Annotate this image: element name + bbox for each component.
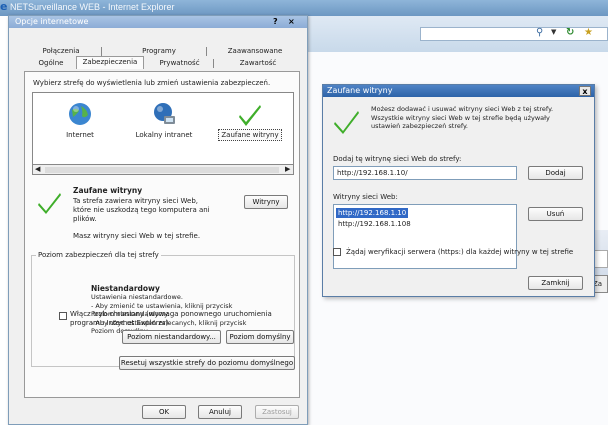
remove-site-button[interactable]: Usuń <box>528 207 583 221</box>
tab-security[interactable]: Zabezpieczenia <box>76 56 144 69</box>
https-verify-checkbox[interactable] <box>333 248 341 256</box>
zone-intranet[interactable]: Lokalny intranet <box>131 101 197 139</box>
add-site-button[interactable]: Dodaj <box>528 166 583 180</box>
ie-logo-icon: e <box>0 0 8 13</box>
add-site-label: Dodaj tę witrynę sieci Web do strefy: <box>333 155 462 163</box>
zone-label-internet: Internet <box>66 131 94 139</box>
internet-options-dialog: Opcje internetowe ? × Połączenia Program… <box>8 15 308 425</box>
tab-privacy[interactable]: Prywatność <box>152 58 207 69</box>
zone-sites-note: Masz witryny sieci Web w tej strefie. <box>73 232 201 240</box>
level-desc-line: Ustawienia niestandardowe. <box>91 293 183 301</box>
protected-mode-label: Włącz tryb chroniony (wymaga ponownego u… <box>70 310 272 327</box>
zone-prompt: Wybierz strefę do wyświetlenia lub zmień… <box>33 79 271 87</box>
zone-trusted-sites[interactable]: Zaufane witryny <box>217 101 283 141</box>
help-button[interactable]: ? <box>273 17 278 26</box>
close-sites-button[interactable]: Zamknij <box>528 276 583 290</box>
tab-separator <box>206 47 207 56</box>
scroll-right-icon[interactable]: ▶ <box>285 165 290 173</box>
tab-content[interactable]: Zawartość <box>229 58 287 69</box>
chevron-down-icon[interactable]: ▼ <box>551 28 561 40</box>
apply-button[interactable]: Zastosuj <box>255 405 299 419</box>
ok-button[interactable]: OK <box>142 405 186 419</box>
zone-label-intranet: Lokalny intranet <box>135 131 193 139</box>
checkmark-icon <box>334 111 359 134</box>
zone-internet[interactable]: Internet <box>47 101 113 139</box>
scroll-left-icon[interactable]: ◀ <box>35 165 40 173</box>
zones-list: Internet Lokalny intranet Zaufane witryn… <box>32 92 294 165</box>
trusted-zone-checkmark-icon <box>38 193 61 214</box>
tab-separator <box>101 47 102 56</box>
zone-description: Ta strefa zawiera witryny sieci Web, któ… <box>73 197 210 223</box>
reset-all-zones-button[interactable]: Resetuj wszystkie strefy do poziomu domy… <box>119 356 295 370</box>
site-list-item[interactable]: http://192.168.1.10 <box>336 208 409 218</box>
search-icon[interactable]: ⚲ <box>536 27 550 41</box>
default-level-button[interactable]: Poziom domyślny <box>226 330 294 344</box>
sites-info-text: Możesz dodawać i usuwać witryny sieci We… <box>371 105 554 130</box>
globe-icon <box>69 103 91 125</box>
browser-titlebar: e NETSurveillance WEB - Internet Explore… <box>0 0 608 16</box>
browser-title: NETSurveillance WEB - Internet Explorer <box>10 2 175 12</box>
https-verify-label: Żądaj weryfikacji serwera (https:) dla k… <box>346 248 574 256</box>
add-site-input[interactable]: http://192.168.1.10/ <box>333 166 517 180</box>
site-list-item[interactable]: http://192.168.1.108 <box>336 219 413 229</box>
zone-name: Zaufane witryny <box>73 186 143 195</box>
sites-close-icon[interactable]: x <box>579 86 591 96</box>
custom-level-button[interactable]: Poziom niestandardowy... <box>122 330 221 344</box>
refresh-icon[interactable]: ↻ <box>566 27 580 41</box>
dialog-titlebar: Opcje internetowe ? × <box>9 16 307 28</box>
sites-button[interactable]: Witryny <box>244 195 288 209</box>
favorites-icon[interactable]: ★ <box>584 27 598 41</box>
tab-advanced[interactable]: Zaawansowane <box>219 46 291 57</box>
intranet-icon <box>154 103 175 124</box>
security-tab-panel: Wybierz strefę do wyświetlenia lub zmień… <box>24 71 300 398</box>
tab-general[interactable]: Ogólne <box>31 58 71 69</box>
sites-dialog-title: Zaufane witryny <box>327 86 393 95</box>
tab-separator <box>213 59 214 68</box>
cancel-button[interactable]: Anuluj <box>198 405 242 419</box>
zones-scrollbar[interactable]: ◀ ▶ <box>32 164 294 175</box>
sites-list[interactable]: http://192.168.1.10 http://192.168.1.108 <box>333 204 517 269</box>
dialog-title: Opcje internetowe <box>15 17 89 26</box>
zone-label-trusted: Zaufane witryny <box>218 129 282 141</box>
protected-mode-checkbox[interactable] <box>59 312 67 320</box>
checkmark-icon <box>239 105 261 126</box>
sites-dialog-titlebar: Zaufane witryny x <box>323 85 594 97</box>
close-button[interactable]: × <box>288 17 295 26</box>
sites-list-label: Witryny sieci Web: <box>333 193 398 201</box>
scroll-thumb[interactable] <box>45 167 279 173</box>
security-level-legend: Poziom zabezpieczeń dla tej strefy <box>36 251 161 259</box>
security-level-title: Niestandardowy <box>91 284 160 293</box>
trusted-sites-dialog: Zaufane witryny x Możesz dodawać i usuwa… <box>322 84 595 297</box>
